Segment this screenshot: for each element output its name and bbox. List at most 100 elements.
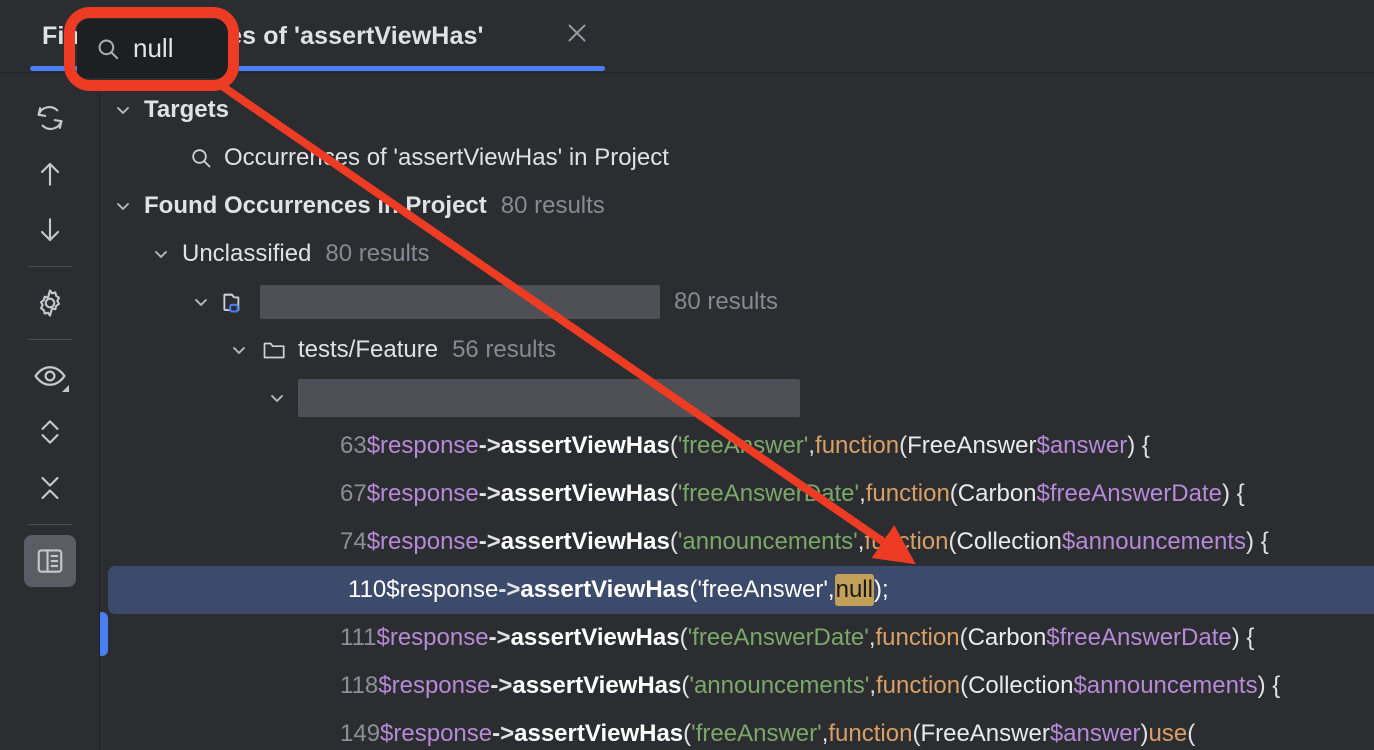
search-icon <box>188 145 214 171</box>
search-results-tree[interactable]: Targets Occurrences of 'assertViewHas' i… <box>100 74 1374 750</box>
toolbar-separator <box>27 266 72 267</box>
match-line-number: 149 <box>340 720 381 747</box>
code-token: $response <box>366 528 479 555</box>
close-tab-button[interactable] <box>564 20 590 46</box>
code-token: Collection <box>956 528 1062 555</box>
code-token: -> <box>478 480 501 507</box>
chevron-down-icon[interactable] <box>226 337 252 363</box>
code-token: assertViewHas <box>512 672 682 699</box>
code-token: $answer <box>1036 432 1128 459</box>
code-token: ( <box>669 432 678 459</box>
code-token: function <box>876 672 961 699</box>
unclassified-count: 80 results <box>325 240 430 267</box>
previous-occurrence-button[interactable] <box>24 148 76 200</box>
code-token: function <box>828 720 913 747</box>
match-line-number: 110 <box>348 576 387 603</box>
code-token: ( <box>959 624 968 651</box>
rerun-search-button[interactable] <box>24 92 76 144</box>
collapse-all-button[interactable] <box>24 462 76 514</box>
code-token: $response <box>386 576 499 603</box>
tree-node-target-query[interactable]: Occurrences of 'assertViewHas' in Projec… <box>100 134 1374 182</box>
match-row[interactable]: 63 $response -> assertViewHas('freeAnswer'… <box>100 422 1374 470</box>
code-token: , <box>869 672 876 699</box>
code-token: assertViewHas <box>510 624 680 651</box>
arrow-down-icon <box>34 214 66 246</box>
code-token: $response <box>366 480 479 507</box>
code-token: ( <box>689 576 698 603</box>
code-token: assertViewHas <box>514 720 684 747</box>
view-options-button[interactable] <box>24 350 76 402</box>
code-token: ); <box>873 576 889 603</box>
settings-button[interactable] <box>24 277 76 329</box>
code-token: ( <box>899 432 908 459</box>
code-token: , <box>827 576 835 603</box>
tree-node-module[interactable]: 80 results <box>100 278 1374 326</box>
folder-icon <box>260 337 288 363</box>
match-row[interactable]: 118 $response -> assertViewHas('announceme… <box>100 662 1374 710</box>
code-token: 'freeAnswer' <box>691 720 822 747</box>
code-token: function <box>875 624 960 651</box>
toolbar-separator <box>27 524 72 525</box>
chevron-down-icon[interactable] <box>110 97 136 123</box>
match-row[interactable]: 74 $response -> assertViewHas('announcemen… <box>100 518 1374 566</box>
code-token: ) { <box>1221 480 1245 507</box>
code-token: ) { <box>1257 672 1281 699</box>
unclassified-label: Unclassified <box>182 240 312 267</box>
code-token: $freeAnswerDate <box>1036 480 1222 507</box>
code-token: ( <box>949 480 958 507</box>
match-row[interactable]: 149 $response -> assertViewHas('freeAnswer… <box>100 710 1374 750</box>
expand-all-button[interactable] <box>24 406 76 458</box>
chevron-down-icon <box>61 385 69 392</box>
chevron-down-icon[interactable] <box>148 241 174 267</box>
code-token: , <box>857 528 865 555</box>
preview-toggle-button[interactable] <box>23 535 76 587</box>
match-row[interactable]: 111 $response -> assertViewHas('freeAnswer… <box>100 614 1374 662</box>
find-toolbar <box>0 74 100 750</box>
code-token: $response <box>378 672 491 699</box>
code-token: -> <box>478 528 501 555</box>
match-row[interactable]: 67 $response -> assertViewHas('freeAnswerD… <box>100 470 1374 518</box>
code-token: $response <box>380 720 493 747</box>
code-token: Carbon <box>967 624 1047 651</box>
code-token: , <box>821 720 829 747</box>
code-token: $response <box>366 432 479 459</box>
target-query-label: Occurrences of 'assertViewHas' in Projec… <box>224 144 669 171</box>
tree-node-file[interactable] <box>100 374 1374 422</box>
code-token: ( <box>681 672 690 699</box>
annotation-highlight-ring <box>64 7 239 91</box>
code-token: function <box>815 432 900 459</box>
gear-icon <box>34 287 66 319</box>
code-token: -> <box>478 432 501 459</box>
code-token: use <box>1148 720 1188 747</box>
code-token: ) { <box>1127 432 1150 459</box>
tree-node-unclassified[interactable]: Unclassified 80 results <box>100 230 1374 278</box>
code-token: ) <box>1140 720 1149 747</box>
code-token: $announcements <box>1061 528 1247 555</box>
module-count: 80 results <box>674 288 779 315</box>
code-token: Carbon <box>957 480 1037 507</box>
code-token: assertViewHas <box>500 528 670 555</box>
code-token: assertViewHas <box>520 576 690 603</box>
match-row-selected[interactable]: 110 $response -> assertViewHas('freeAnswer… <box>108 566 1374 614</box>
chevron-down-icon[interactable] <box>264 385 290 411</box>
chevron-down-icon[interactable] <box>110 193 136 219</box>
tree-node-found-occurrences[interactable]: Found Occurrences in Project 80 results <box>100 182 1374 230</box>
preview-panel-icon <box>35 546 65 576</box>
next-occurrence-button[interactable] <box>24 204 76 256</box>
code-token: assertViewHas <box>500 432 670 459</box>
code-token: -> <box>492 720 515 747</box>
match-line-number: 67 <box>340 480 367 507</box>
search-match-highlight: null <box>834 574 874 606</box>
code-token: , <box>868 624 876 651</box>
code-token: -> <box>498 576 521 603</box>
tree-node-folder[interactable]: tests/Feature 56 results <box>100 326 1374 374</box>
tree-node-targets[interactable]: Targets <box>100 86 1374 134</box>
find-tool-window: Find Occurrences of 'assertViewHas' Targ… <box>0 0 1374 750</box>
chevron-down-icon[interactable] <box>188 289 214 315</box>
file-name-redacted <box>298 379 800 417</box>
code-token: ( <box>960 672 969 699</box>
code-token: 'freeAnswerDate' <box>687 624 869 651</box>
code-token: $freeAnswerDate <box>1046 624 1232 651</box>
code-token: ( <box>948 528 957 555</box>
found-occurrences-count: 80 results <box>500 192 605 219</box>
